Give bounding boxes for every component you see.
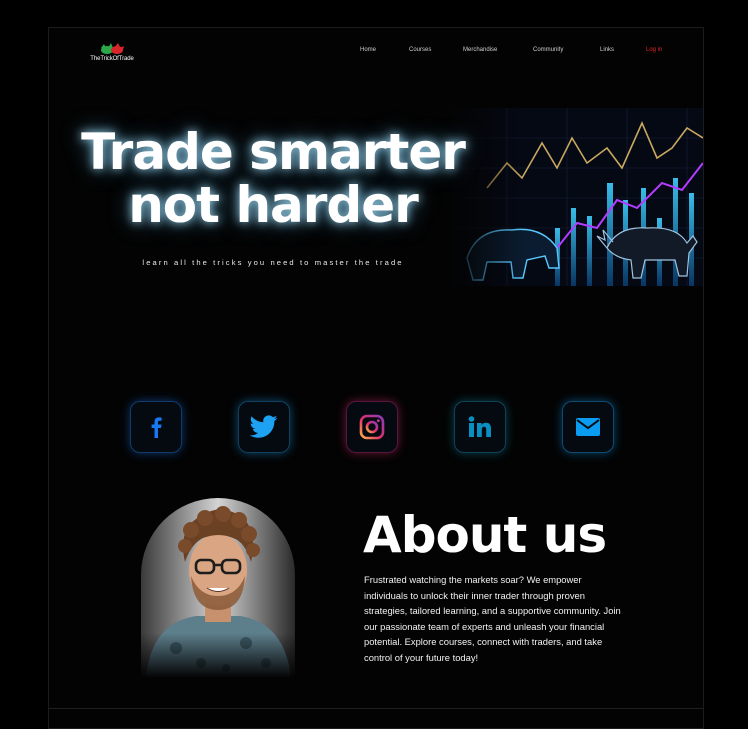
- hero-title-line1: Trade smarter: [81, 123, 466, 181]
- twitter-icon: [250, 415, 278, 438]
- twitter-button[interactable]: [238, 401, 290, 453]
- nav-links[interactable]: Links: [600, 47, 614, 53]
- login-link[interactable]: Log in: [646, 47, 662, 53]
- site-logo[interactable]: TheTrickOfTrade: [87, 40, 137, 68]
- team-member-photo: [141, 498, 295, 678]
- about-body: Frustrated watching the markets soar? We…: [364, 574, 621, 663]
- about-title: About us: [363, 506, 607, 564]
- linkedin-button[interactable]: [454, 401, 506, 453]
- facebook-button[interactable]: [130, 401, 182, 453]
- hero-title: Trade smarter not harder: [49, 126, 497, 232]
- page-frame: TheTrickOfTrade Home Courses Merchandise…: [48, 27, 704, 729]
- instagram-icon: [359, 414, 385, 440]
- nav-home[interactable]: Home: [360, 47, 376, 53]
- hero-title-line2: not harder: [128, 176, 419, 234]
- nav-community[interactable]: Community: [533, 47, 563, 53]
- hero-subtitle: learn all the tricks you need to master …: [142, 258, 404, 267]
- logo-text: TheTrickOfTrade: [90, 56, 134, 62]
- facebook-icon: [151, 417, 162, 438]
- linkedin-icon: [468, 416, 491, 437]
- section-divider: [49, 708, 703, 709]
- email-button[interactable]: [562, 401, 614, 453]
- instagram-button[interactable]: [346, 401, 398, 453]
- nav-courses[interactable]: Courses: [409, 47, 431, 53]
- nav-merchandise[interactable]: Merchandise: [463, 47, 497, 53]
- mail-icon: [576, 418, 600, 436]
